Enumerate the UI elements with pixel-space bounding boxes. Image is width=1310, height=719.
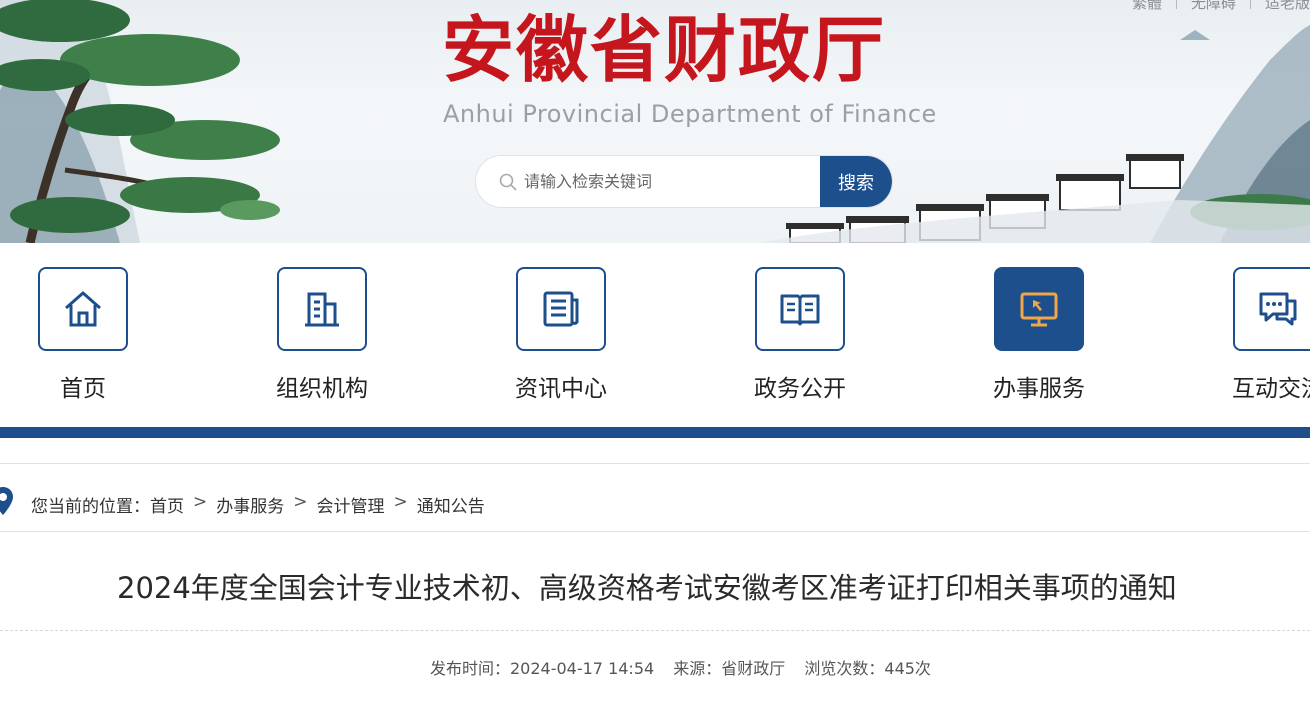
nav-label: 首页 bbox=[60, 376, 106, 402]
nav-label: 办事服务 bbox=[993, 376, 1085, 402]
elderly-mode-link[interactable]: 适老版 bbox=[1265, 0, 1310, 13]
nav-label: 组织机构 bbox=[276, 376, 368, 402]
breadcrumb-link-home[interactable]: 首页 bbox=[150, 492, 184, 517]
breadcrumb-separator: > bbox=[393, 492, 408, 512]
divider bbox=[1249, 0, 1251, 9]
view-count: 浏览次数：445次 bbox=[804, 659, 931, 678]
nav-item-government-affairs[interactable]: 政务公开 bbox=[740, 267, 860, 403]
nav-item-interaction[interactable]: 互动交流 bbox=[1218, 267, 1310, 403]
nav-label: 政务公开 bbox=[754, 376, 846, 402]
top-utility-links: 繁體 无障碍 适老版 bbox=[1132, 0, 1310, 13]
nav-label: 资讯中心 bbox=[515, 376, 607, 402]
monitor-cursor-icon bbox=[994, 267, 1084, 351]
traditional-chinese-link[interactable]: 繁體 bbox=[1132, 0, 1162, 13]
main-nav: 首页 组织机构 资讯中心 政务公开 办事服务 互动交 bbox=[0, 243, 1310, 428]
open-book-icon bbox=[755, 267, 845, 351]
article-meta: 发布时间：2024-04-17 14:54 来源：省财政厅 浏览次数：445次 bbox=[430, 655, 945, 679]
search-icon bbox=[499, 173, 517, 191]
nav-label: 互动交流 bbox=[1232, 376, 1310, 402]
divider bbox=[0, 630, 1310, 631]
home-icon bbox=[38, 267, 128, 351]
breadcrumb-separator: > bbox=[293, 492, 308, 512]
breadcrumb-link-notices[interactable]: 通知公告 bbox=[417, 492, 485, 517]
location-pin-icon bbox=[0, 487, 13, 515]
breadcrumb-trail: 您当前的位置： 首页 > 办事服务 > 会计管理 > 通知公告 bbox=[31, 492, 485, 517]
article-source: 来源：省财政厅 bbox=[673, 659, 786, 678]
nav-item-home[interactable]: 首页 bbox=[23, 267, 143, 403]
breadcrumb-link-accounting[interactable]: 会计管理 bbox=[317, 492, 385, 517]
search-button[interactable]: 搜索 bbox=[820, 156, 892, 207]
site-subtitle: Anhui Provincial Department of Finance bbox=[443, 100, 937, 128]
site-title: 安徽省财政厅 bbox=[442, 7, 887, 92]
publish-time: 发布时间：2024-04-17 14:54 bbox=[430, 659, 655, 678]
nav-item-services[interactable]: 办事服务 bbox=[979, 267, 1099, 403]
accessibility-link[interactable]: 无障碍 bbox=[1191, 0, 1236, 13]
breadcrumb-prefix: 您当前的位置： bbox=[31, 497, 150, 517]
breadcrumb-link-services[interactable]: 办事服务 bbox=[216, 492, 284, 517]
breadcrumb-separator: > bbox=[193, 492, 208, 512]
header-banner: 繁體 无障碍 适老版 安徽省财政厅 Anhui Provincial Depar… bbox=[0, 0, 1310, 243]
chat-bubbles-icon bbox=[1233, 267, 1310, 351]
divider bbox=[1175, 0, 1177, 9]
article-title: 2024年度全国会计专业技术初、高级资格考试安徽考区准考证打印相关事项的通知 bbox=[117, 571, 1177, 605]
search-input[interactable] bbox=[524, 172, 820, 191]
breadcrumb: 您当前的位置： 首页 > 办事服务 > 会计管理 > 通知公告 bbox=[0, 463, 1310, 532]
nav-divider-bar bbox=[0, 427, 1310, 438]
nav-item-organization[interactable]: 组织机构 bbox=[262, 267, 382, 403]
building-icon bbox=[277, 267, 367, 351]
newspaper-icon bbox=[516, 267, 606, 351]
search-box: 搜索 bbox=[475, 155, 893, 208]
nav-item-news-center[interactable]: 资讯中心 bbox=[501, 267, 621, 403]
